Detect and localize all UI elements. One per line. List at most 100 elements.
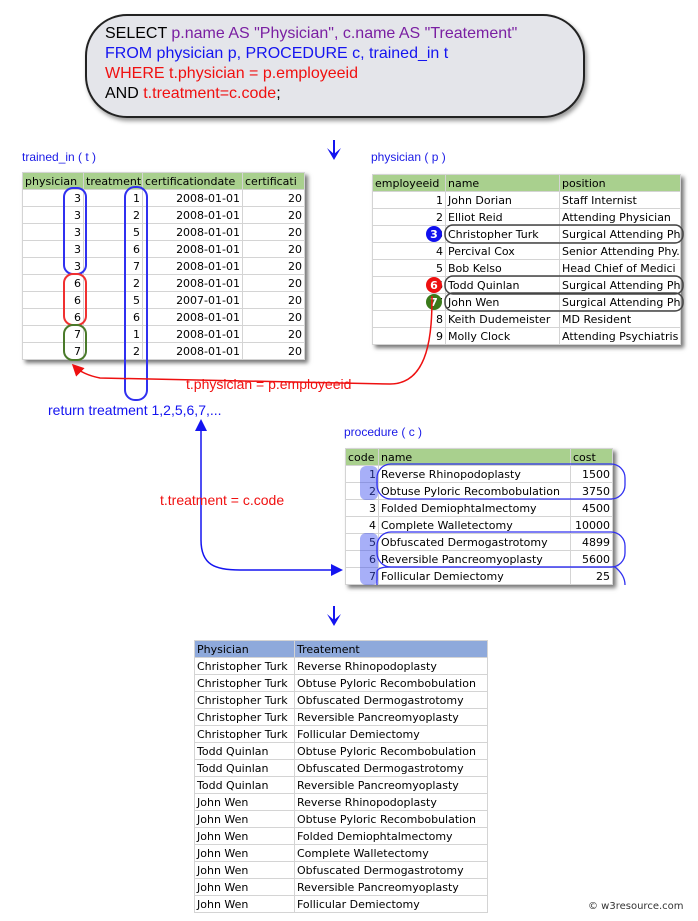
table-cell: 2008-01-01 [142, 240, 243, 258]
table-cell: 7 [22, 325, 84, 343]
table-cell: 2008-01-01 [142, 274, 243, 292]
table-cell: 7 [372, 293, 446, 311]
table-cell: Complete Walletectomy [378, 516, 571, 534]
table-cell: 3 [22, 257, 84, 275]
table-row: Todd Quinlan Obtuse Pyloric Recombobulati… [194, 742, 488, 760]
table-cell: 2 [83, 274, 143, 292]
table-cell: 2008-01-01 [142, 189, 243, 207]
table-cell: 4 [372, 242, 446, 260]
column-header: position [559, 174, 681, 192]
table-cell: 7 [345, 567, 379, 585]
table-cell: John Wen [194, 895, 295, 913]
table-cell: Staff Internist [559, 191, 681, 209]
join-condition-physician: t.physician = p.employeeid [186, 376, 352, 392]
table-cell: 4 [345, 516, 379, 534]
table-cell: 2008-01-01 [142, 342, 243, 360]
table-cell: 3 [22, 206, 84, 224]
table-cell: 6 [83, 308, 143, 326]
table-row: Christopher Turk Follicular Demiectomy [194, 725, 488, 743]
table-cell: 5 [372, 259, 446, 277]
table-cell: Christopher Turk [194, 657, 295, 675]
table-cell: Christopher Turk [194, 708, 295, 726]
table-cell: Bob Kelso [445, 259, 560, 277]
table-cell: 3 [22, 240, 84, 258]
table-cell: Christopher Turk [194, 691, 295, 709]
table-cell: Obtuse Pyloric Recombobulation [378, 482, 571, 500]
table-cell: MD Resident [559, 310, 681, 328]
table-row: 3 5 2008-01-01 20 [22, 223, 305, 241]
table-cell: 2008-01-01 [142, 223, 243, 241]
table-cell: 1 [372, 191, 446, 209]
table-row: John Wen Follicular Demiectomy [194, 895, 488, 913]
table-cell: Surgical Attending Ph [559, 293, 681, 311]
sql-token: AND [105, 85, 144, 102]
table-cell: John Wen [445, 293, 560, 311]
column-header: employeeid [372, 174, 446, 192]
table-cell: Percival Cox [445, 242, 560, 260]
table-cell: 20 [242, 240, 305, 258]
sql-line-where: WHERE t.physician = p.employeeid [105, 65, 358, 83]
table-cell: 9 [372, 327, 446, 345]
table-cell: Obtuse Pyloric Recombobulation [294, 742, 488, 760]
table-cell: 1 [83, 325, 143, 343]
column-header: code [345, 448, 379, 466]
down-arrow-icon [327, 606, 341, 626]
table-cell: 5 [83, 223, 143, 241]
table-cell: 4899 [570, 533, 613, 551]
table-cell: John Wen [194, 861, 295, 879]
table-cell: 5600 [570, 550, 613, 568]
table-cell: 6 [22, 308, 84, 326]
table-cell: 3750 [570, 482, 613, 500]
table-row: 5 Bob Kelso Head Chief of Medici [372, 259, 681, 277]
table-cell: John Wen [194, 844, 295, 862]
table-cell: Reversible Pancreomyoplasty [294, 776, 488, 794]
table-cell: 20 [242, 325, 305, 343]
table-cell: 6 [22, 291, 84, 309]
trained-in-label: trained_in ( t ) [22, 150, 97, 164]
table-cell: 20 [242, 189, 305, 207]
table-cell: Attending Psychiatris [559, 327, 681, 345]
sql-token: t.treatment=c.code [143, 85, 277, 102]
table-cell: Surgical Attending Ph [559, 225, 681, 243]
table-cell: 1 [345, 465, 379, 483]
sql-token: p.name AS "Physician", c.name AS "Treate… [171, 25, 518, 42]
table-cell: Follicular Demiectomy [294, 725, 488, 743]
table-cell: 10000 [570, 516, 613, 534]
table-cell: 5 [83, 291, 143, 309]
table-cell: Reverse Rhinopodoplasty [378, 465, 571, 483]
table-cell: 7 [83, 257, 143, 275]
table-cell: Obfuscated Dermogastrotomy [294, 691, 488, 709]
procedure-label: procedure ( c ) [344, 425, 423, 439]
table-cell: 20 [242, 206, 305, 224]
table-cell: 2007-01-01 [142, 291, 243, 309]
table-cell: Reversible Pancreomyoplasty [294, 708, 488, 726]
sql-token: WHERE t.physician = p.employeeid [105, 65, 358, 82]
table-cell: Todd Quinlan [194, 776, 295, 794]
column-header: certificationdate [142, 172, 243, 190]
column-header: Treatement [294, 640, 488, 658]
table-row: 6 Reversible Pancreomyoplasty 5600 [345, 550, 613, 568]
column-header: cost [570, 448, 613, 466]
table-cell: Attending Physician [559, 208, 681, 226]
table-cell: 2 [83, 206, 143, 224]
table-cell: Surgical Attending Ph [559, 276, 681, 294]
table-cell: Molly Clock [445, 327, 560, 345]
join-condition-treatment: t.treatment = c.code [160, 492, 285, 508]
table-row: 2 Obtuse Pyloric Recombobulation 3750 [345, 482, 613, 500]
table-row: 1 John Dorian Staff Internist [372, 191, 681, 209]
table-cell: 2 [83, 342, 143, 360]
column-header: physician [22, 172, 84, 190]
table-row: 6 Todd Quinlan Surgical Attending Ph [372, 276, 681, 294]
table-row: John Wen Obfuscated Dermogastrotomy [194, 861, 488, 879]
table-cell: Reverse Rhinopodoplasty [294, 793, 488, 811]
table-row: 4 Percival Cox Senior Attending Phy. [372, 242, 681, 260]
table-row: 7 Follicular Demiectomy 25 [345, 567, 613, 585]
table-cell: Obtuse Pyloric Recombobulation [294, 810, 488, 828]
table-row: 2 Elliot Reid Attending Physician [372, 208, 681, 226]
sql-token: SELECT [105, 25, 172, 42]
table-cell: John Wen [194, 810, 295, 828]
table-cell: 3 [345, 499, 379, 517]
table-cell: Christopher Turk [445, 225, 560, 243]
column-header: name [445, 174, 560, 192]
table-row: 6 2 2008-01-01 20 [22, 274, 305, 292]
